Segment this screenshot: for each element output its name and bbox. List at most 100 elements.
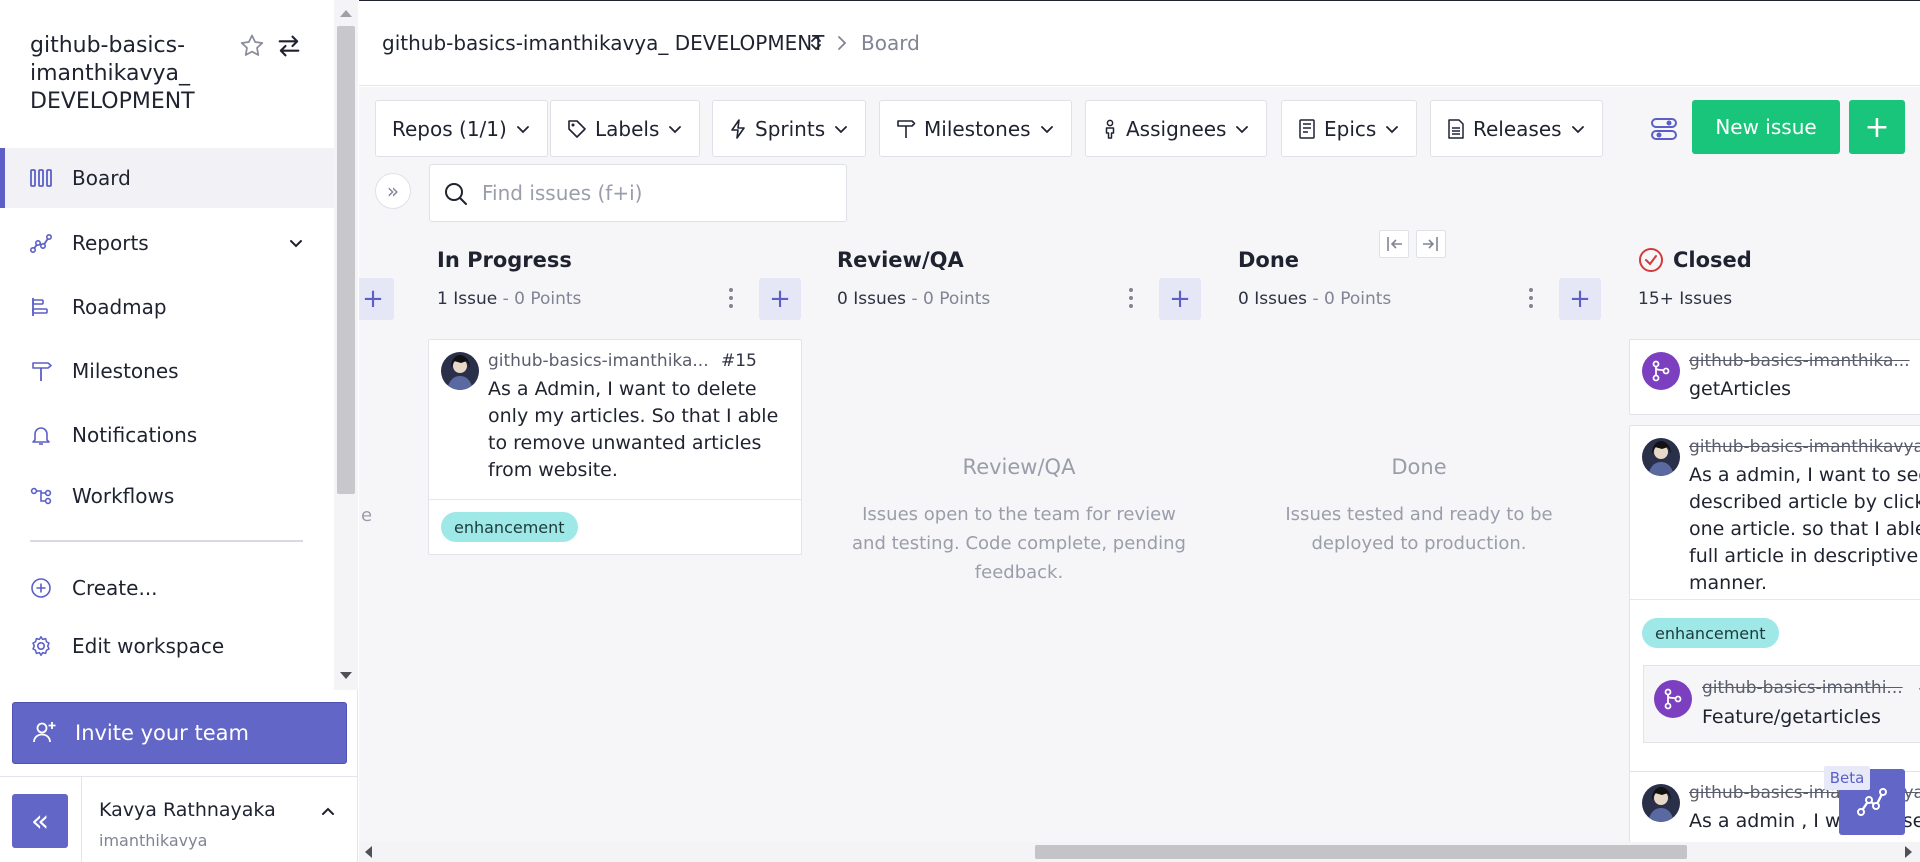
filter-epics[interactable]: Epics [1281, 100, 1418, 157]
column-title: In Progress [437, 248, 572, 272]
sidebar-item-roadmap[interactable]: Roadmap [0, 277, 334, 337]
column-title: Done [1238, 248, 1300, 272]
beta-graph-button[interactable]: Beta [1824, 766, 1905, 835]
issue-title: getArticles [1689, 378, 1792, 400]
issue-count: 0 Issues [837, 289, 907, 309]
scrollbar-thumb[interactable] [1035, 845, 1687, 859]
expand-panel-button[interactable]: » [375, 173, 411, 209]
kebab-menu-icon[interactable] [1527, 285, 1535, 311]
kebab-menu-icon[interactable] [727, 285, 735, 311]
chevron-up-down-icon[interactable] [808, 31, 824, 55]
chevron-right-icon [838, 36, 847, 50]
filter-releases[interactable]: Releases [1430, 100, 1603, 157]
card-divider [429, 499, 801, 500]
chevron-up-icon[interactable] [318, 801, 338, 821]
label-badge[interactable]: enhancement [441, 512, 578, 542]
add-user-icon [33, 722, 56, 743]
chevron-down-icon [516, 125, 529, 133]
empty-column-title: Done [1391, 455, 1447, 479]
scroll-up-arrow-icon[interactable] [340, 10, 352, 17]
search-input[interactable]: Find issues (f+i) [429, 164, 847, 222]
new-issue-options-button[interactable]: + [1849, 100, 1905, 154]
breadcrumb-workspace[interactable]: github-basics-imanthikavya_ DEVELOPMENT [382, 31, 824, 55]
empty-column-description: Issues open to the team for review and t… [852, 504, 1186, 583]
kebab-menu-icon[interactable] [1127, 285, 1135, 311]
partial-column-text: e [361, 505, 373, 526]
points-count: - 0 Points [906, 289, 991, 309]
signpost-icon [897, 119, 916, 138]
sidebar-scrollbar[interactable] [334, 0, 358, 690]
add-issue-button[interactable]: + [1159, 278, 1201, 320]
issue-card[interactable]: github-basics-imanthika... getArticles [1629, 339, 1920, 415]
issue-count: 0 Issues [1238, 289, 1308, 309]
sidebar-scroll-area: github-basics-imanthikavya_ DEVELOPMENT … [0, 0, 334, 690]
collapse-sidebar-button[interactable]: « [12, 794, 68, 848]
view-toggle-icon[interactable] [1648, 113, 1680, 145]
linked-pull-request[interactable]: github-basics-imanthi... # Feature/getar… [1643, 665, 1920, 743]
filter-label: Releases [1473, 116, 1562, 141]
new-issue-button[interactable]: New issue [1692, 100, 1840, 154]
tag-icon [568, 119, 586, 138]
gear-icon [28, 633, 54, 659]
workspace-title[interactable]: github-basics-imanthikavya_ DEVELOPMENT [30, 32, 230, 116]
avatar [1642, 784, 1680, 822]
scroll-left-arrow-icon[interactable] [364, 846, 374, 858]
sidebar-item-notifications[interactable]: Notifications [0, 405, 334, 465]
chevron-down-icon [669, 125, 682, 133]
issue-repo: github-basics-imanthika... [488, 351, 709, 371]
switch-workspace-icon[interactable] [275, 32, 303, 60]
filter-sprints[interactable]: Sprints [712, 100, 867, 157]
issue-title: As a admin, I want to see described arti… [1689, 464, 1920, 594]
empty-column-title: Review/QA [962, 455, 1076, 479]
invite-team-button[interactable]: Invite your team [12, 702, 347, 764]
filter-milestones[interactable]: Milestones [879, 100, 1072, 157]
column-meta: 0 Issues - 0 Points [1238, 289, 1391, 309]
scroll-right-arrow-icon[interactable] [1903, 846, 1913, 858]
user-profile-bar: « Kavya Rathnayaka imanthikavya [0, 776, 358, 862]
reports-graph-icon [28, 230, 54, 256]
filter-label: Epics [1324, 116, 1377, 141]
add-issue-button[interactable]: + [1559, 278, 1601, 320]
empty-column-description: Issues tested and ready to be deployed t… [1285, 504, 1553, 554]
column-meta: 0 Issues - 0 Points [837, 289, 990, 309]
issue-title: As a Admin, I want to delete only my art… [488, 378, 779, 481]
label-badge[interactable]: enhancement [1642, 618, 1779, 648]
sidebar-item-workflows[interactable]: Workflows [0, 466, 334, 526]
star-icon[interactable] [238, 32, 266, 60]
add-issue-button[interactable]: + [359, 278, 394, 320]
chevron-down-icon [835, 125, 848, 133]
issue-card[interactable]: github-basics-imanthika... #15 As a Admi… [428, 339, 802, 555]
scroll-down-arrow-icon[interactable] [340, 672, 352, 679]
sidebar-item-reports[interactable]: Reports [0, 213, 334, 273]
invite-team-label: Invite your team [75, 721, 249, 745]
sidebar: github-basics-imanthikavya_ DEVELOPMENT … [0, 0, 358, 862]
chevron-down-icon[interactable] [286, 233, 306, 253]
sidebar-item-create[interactable]: Create... [0, 558, 334, 618]
sidebar-item-edit-workspace[interactable]: Edit workspace [0, 616, 334, 676]
filter-labels[interactable]: Labels [550, 100, 701, 157]
sidebar-item-milestones[interactable]: Milestones [0, 341, 334, 401]
scroll-board-left-button[interactable] [1379, 230, 1409, 258]
issue-count: 1 Issue [437, 289, 498, 309]
scroll-board-right-button[interactable] [1416, 230, 1446, 258]
sidebar-divider [30, 540, 303, 542]
roadmap-icon [28, 294, 54, 320]
user-name[interactable]: Kavya Rathnayaka [99, 799, 276, 821]
milestone-signpost-icon [28, 358, 54, 384]
bell-icon [28, 422, 54, 448]
filter-assignees[interactable]: Assignees [1085, 100, 1268, 157]
issue-count: 15+ Issues [1638, 289, 1733, 309]
sidebar-item-board[interactable]: Board [0, 148, 334, 208]
lightning-icon [731, 118, 745, 139]
user-handle: imanthikavya [99, 831, 208, 850]
board-horizontal-scrollbar[interactable] [359, 842, 1920, 862]
add-issue-button[interactable]: + [759, 278, 801, 320]
filter-label: Sprints [755, 116, 826, 141]
chevron-down-icon [1236, 125, 1249, 133]
document-icon [1448, 118, 1464, 139]
scrollbar-thumb[interactable] [337, 26, 355, 494]
filter-label: Labels [595, 116, 660, 141]
top-header: github-basics-imanthikavya_ DEVELOPMENT … [359, 0, 1920, 86]
filter-repos[interactable]: Repos (1/1) [375, 100, 548, 157]
issue-repo: github-basics-imanthikavya [1689, 437, 1920, 457]
